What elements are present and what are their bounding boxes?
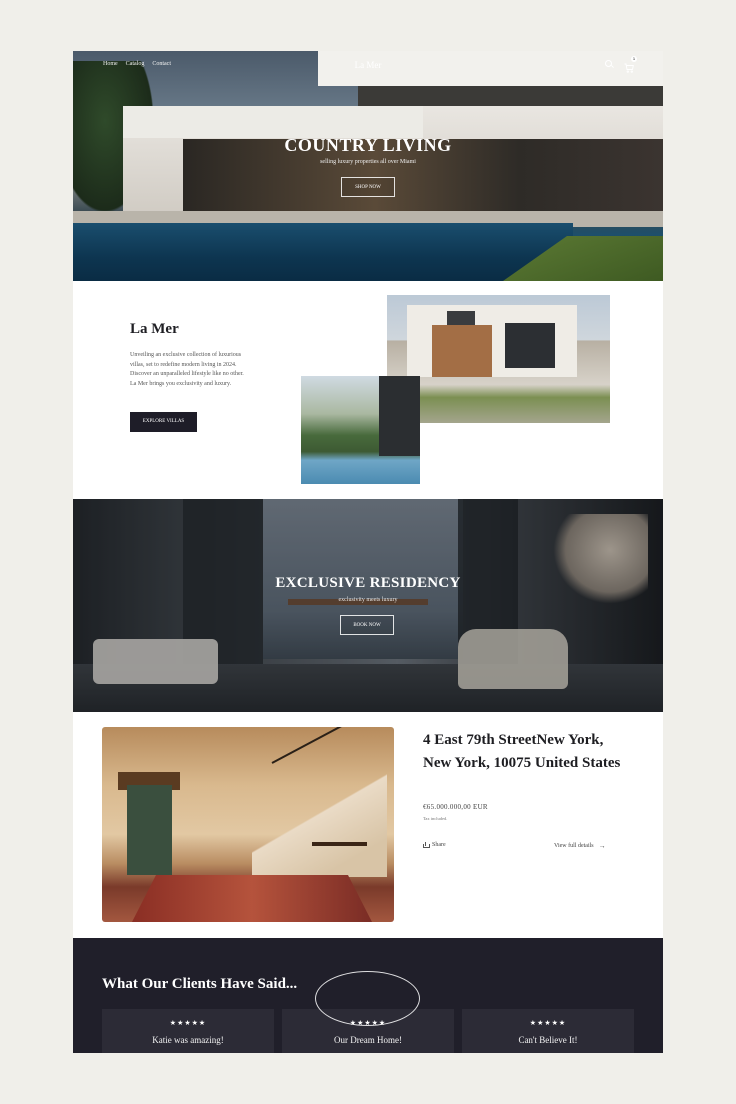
page: Home Catalog Contact La Mer 1 COUNTRY LI…	[73, 51, 663, 1053]
exclusive-title: EXCLUSIVE RESIDENCY	[275, 575, 461, 591]
highlight-circle	[315, 971, 420, 1026]
testimonials-title: What Our Clients Have Said...	[102, 976, 298, 992]
featured-property-section: 4 East 79th StreetNew York, New York, 10…	[73, 712, 663, 938]
property-tax-note: Tax included.	[423, 816, 448, 821]
brand-logo[interactable]: La Mer	[73, 60, 663, 70]
cart-count-badge: 1	[631, 56, 637, 62]
share-label: Share	[432, 842, 446, 848]
exclusive-residency-section: EXCLUSIVE RESIDENCY exclusivity meets lu…	[73, 499, 663, 712]
villa-pool-image	[301, 376, 420, 484]
testimonial-title: Can't Believe It!	[518, 1035, 578, 1045]
testimonial-title: Our Dream Home!	[334, 1035, 402, 1045]
share-button[interactable]: Share	[423, 842, 446, 848]
intro-section: La Mer Unveiling an exclusive collection…	[73, 281, 663, 499]
intro-title: La Mer	[130, 321, 179, 337]
view-details-label: View full details	[554, 843, 594, 849]
property-price: €65.000.000,00 EUR	[423, 803, 488, 811]
hero-subtitle: selling luxury properties all over Miami	[320, 159, 416, 165]
ex-overlay	[73, 499, 663, 712]
explore-villas-button[interactable]: EXPLORE VILLAS	[130, 412, 197, 432]
cart-icon[interactable]: 1	[624, 56, 637, 73]
testimonial-card[interactable]: ★★★★★ Katie was amazing!	[102, 1009, 274, 1053]
property-title: 4 East 79th StreetNew York, New York, 10…	[423, 732, 621, 771]
rating-stars: ★★★★★	[529, 1019, 567, 1027]
testimonial-card[interactable]: ★★★★★ Can't Believe It!	[462, 1009, 634, 1053]
exclusive-subtitle: exclusivity meets luxury	[338, 597, 398, 603]
property-image[interactable]	[102, 727, 394, 922]
search-icon[interactable]	[605, 60, 614, 69]
hero-section: Home Catalog Contact La Mer 1 COUNTRY LI…	[73, 51, 663, 281]
book-now-button[interactable]: BOOK NOW	[340, 615, 394, 635]
hero-house-roof	[123, 106, 423, 138]
header-icons: 1	[605, 56, 637, 73]
arrow-right-icon: →	[598, 842, 606, 850]
villa-exterior-image	[387, 295, 610, 423]
share-icon	[423, 842, 430, 848]
intro-text: Unveiling an exclusive collection of lux…	[130, 352, 244, 388]
testimonials-section: What Our Clients Have Said... ★★★★★ Kati…	[73, 938, 663, 1053]
view-details-link[interactable]: View full details →	[554, 842, 606, 850]
testimonial-title: Katie was amazing!	[152, 1035, 224, 1045]
hero-pool	[73, 223, 573, 281]
rating-stars: ★★★★★	[169, 1019, 207, 1027]
hero-title: COUNTRY LIVING	[284, 135, 452, 155]
shop-now-button[interactable]: SHOP NOW	[341, 177, 395, 197]
